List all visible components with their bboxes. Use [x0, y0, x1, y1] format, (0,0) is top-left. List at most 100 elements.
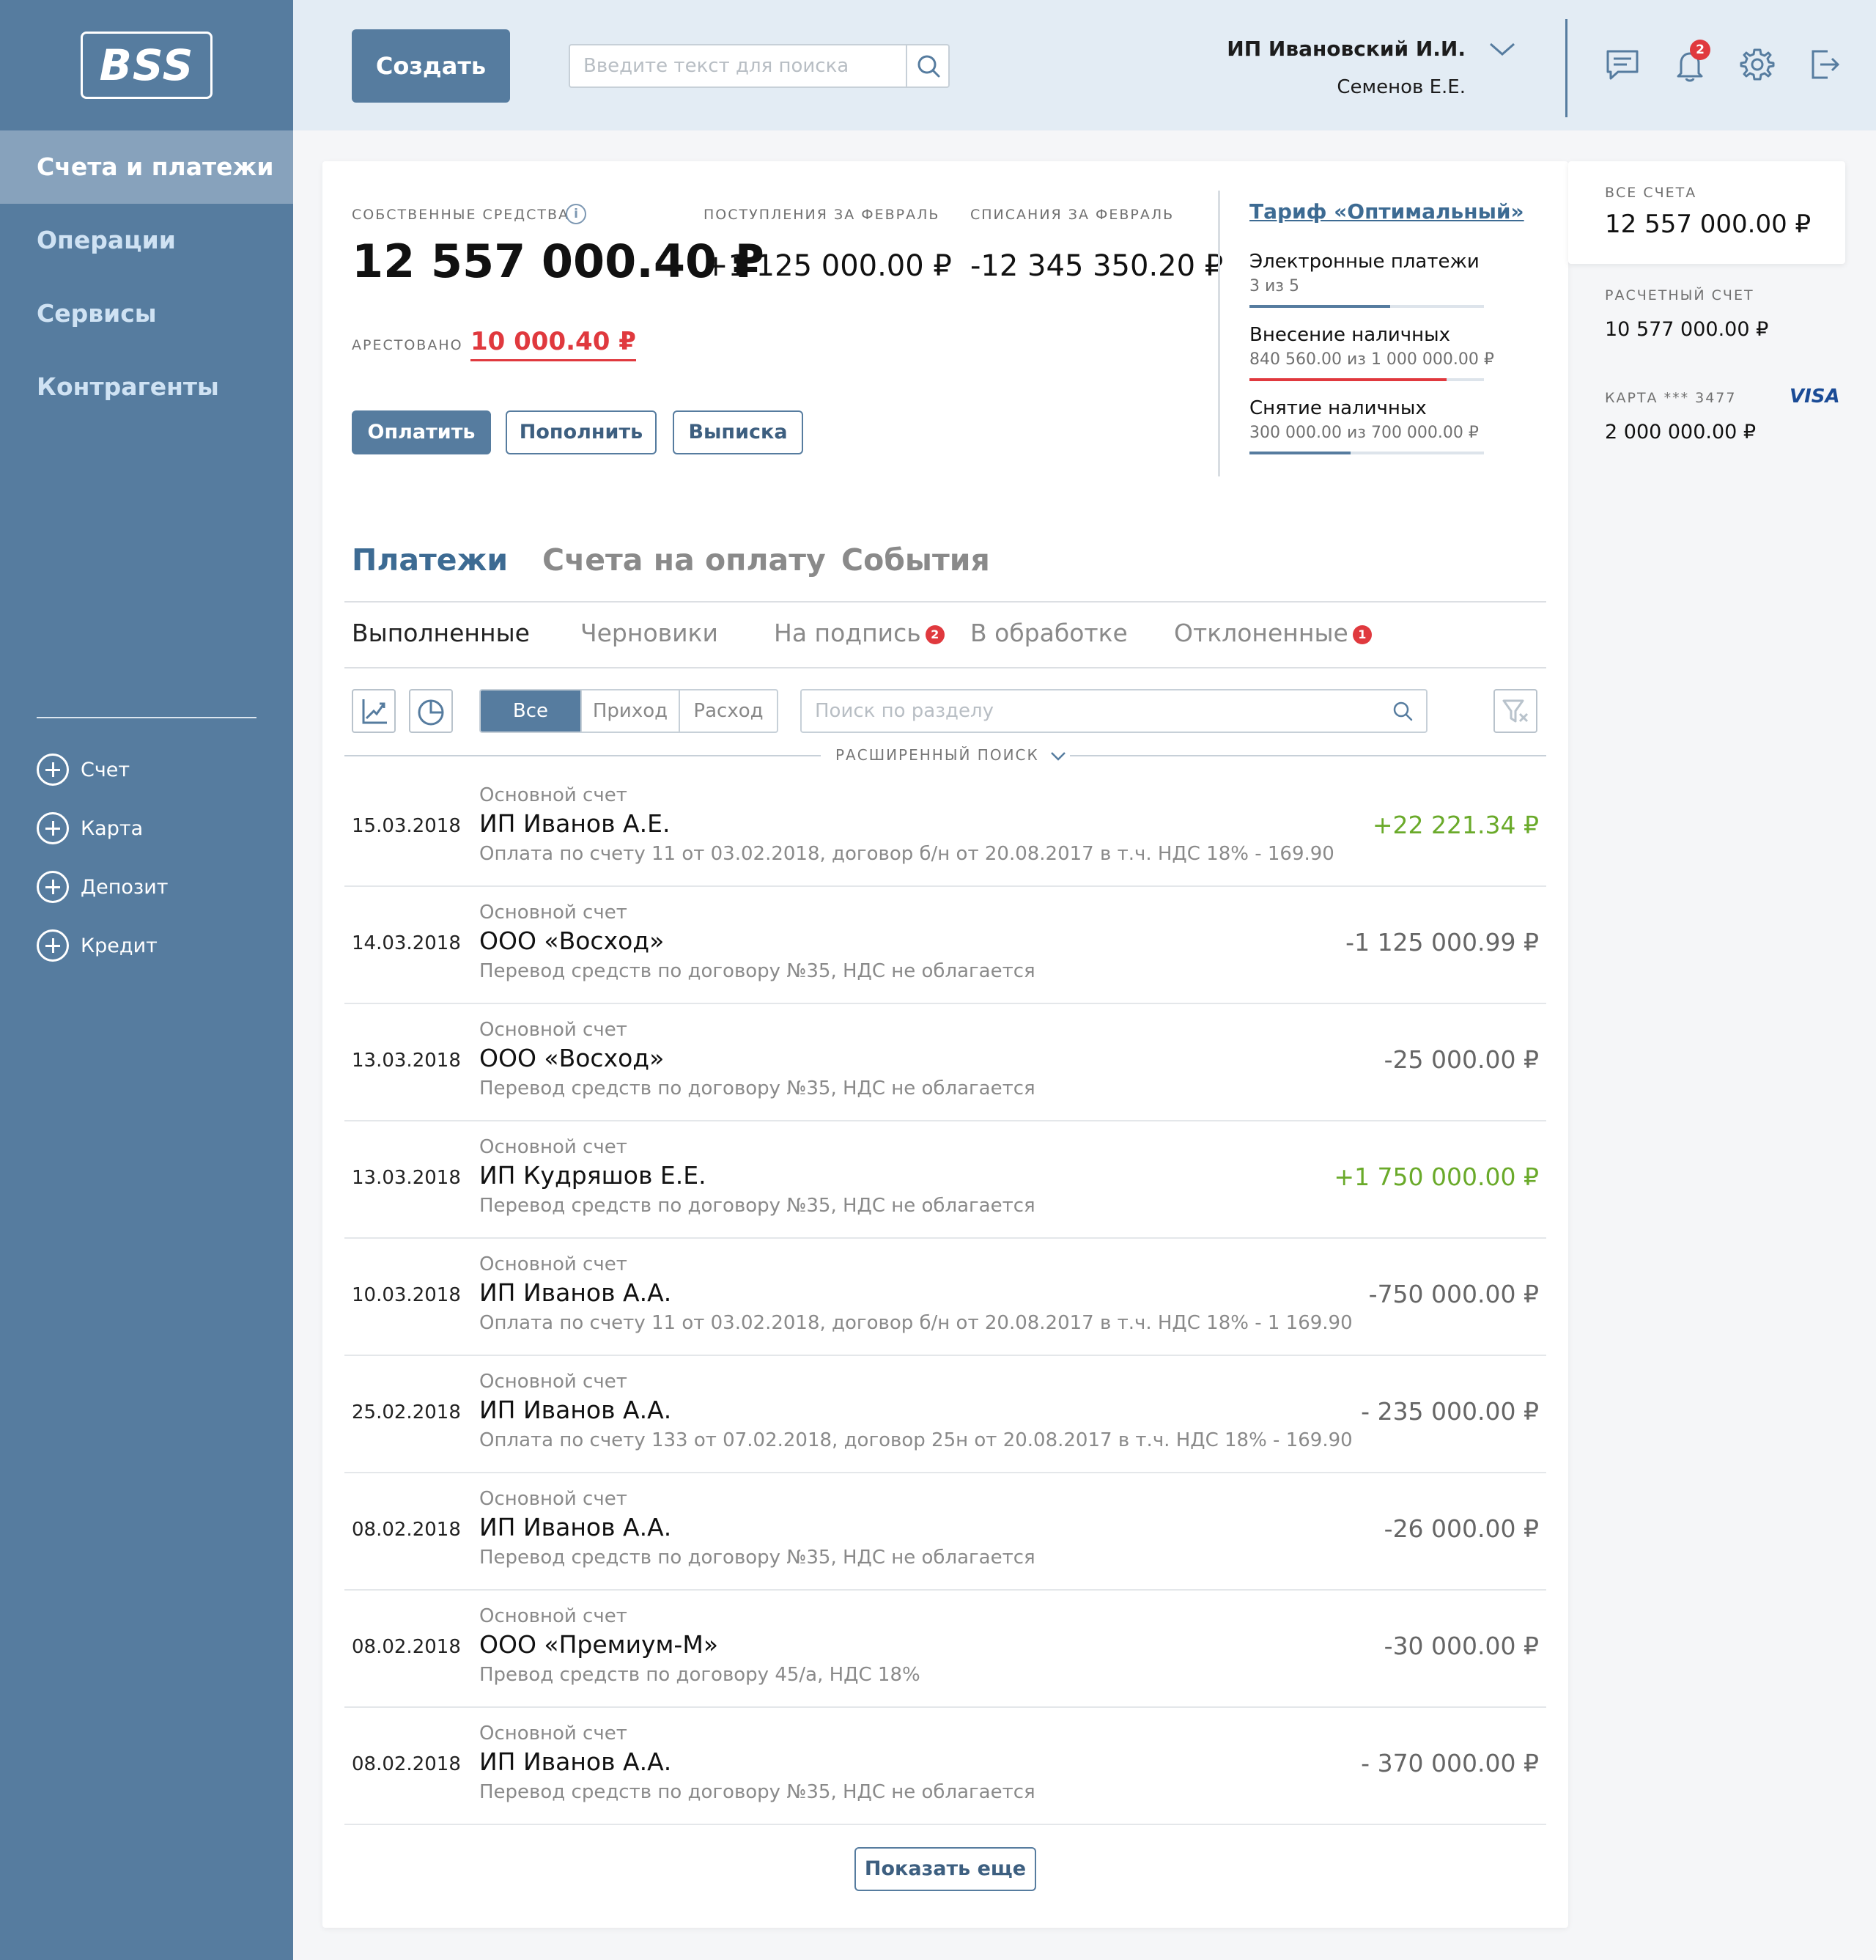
payment-amount: -750 000.00 ₽	[1368, 1280, 1539, 1308]
payment-date: 13.03.2018	[352, 1167, 461, 1189]
payment-account: Основной счет	[479, 1019, 627, 1041]
payment-row[interactable]: 08.02.2018 Основной счет ИП Иванов А.А. …	[344, 1473, 1546, 1591]
payment-row[interactable]: 10.03.2018 Основной счет ИП Иванов А.А. …	[344, 1239, 1546, 1356]
subtab-processing[interactable]: В обработке	[970, 619, 1128, 647]
logout-icon	[1812, 50, 1840, 79]
payment-row[interactable]: 13.03.2018 Основной счет ИП Кудряшов Е.Е…	[344, 1121, 1546, 1239]
current-account-label[interactable]: РАСЧЕТНЫЙ СЧЕТ	[1605, 287, 1754, 303]
payment-amount: -26 000.00 ₽	[1384, 1514, 1539, 1543]
nav-item-services[interactable]: Сервисы	[0, 277, 293, 350]
limit-progress-bar	[1249, 452, 1484, 454]
subtab-badge: 1	[1352, 625, 1372, 644]
payment-row[interactable]: 14.03.2018 Основной счет ООО «Восход» Пе…	[344, 887, 1546, 1004]
payment-description: Перевод средств по договору №35, НДС не …	[479, 1195, 1035, 1217]
payment-counterparty: ООО «Восход»	[479, 1044, 665, 1072]
limit-sub: 300 000.00 из 700 000.00 ₽	[1249, 424, 1479, 442]
user-company-name[interactable]: ИП Ивановский И.И.	[1227, 37, 1466, 61]
payment-counterparty: ИП Иванов А.А.	[479, 1278, 672, 1307]
global-search-input[interactable]	[570, 45, 907, 86]
card-label[interactable]: КАРТА *** 3477	[1605, 390, 1736, 406]
plus-circle-icon	[37, 871, 69, 903]
info-icon[interactable]: i	[566, 204, 586, 224]
payment-row[interactable]: 08.02.2018 Основной счет ИП Иванов А.А. …	[344, 1708, 1546, 1825]
section-search	[800, 689, 1428, 733]
add-credit-label: Кредит	[81, 934, 158, 957]
trend-chart-button[interactable]	[352, 689, 396, 733]
filter-expense[interactable]: Расход	[679, 690, 777, 732]
payment-date: 10.03.2018	[352, 1284, 461, 1306]
payment-description: Оплата по счету 133 от 07.02.2018, догов…	[479, 1429, 1353, 1451]
section-search-input[interactable]	[802, 690, 1373, 732]
payment-amount: +1 750 000.00 ₽	[1334, 1163, 1539, 1191]
subtabs-divider	[344, 667, 1546, 668]
payment-account: Основной счет	[479, 1371, 627, 1393]
nav-item-counterparties[interactable]: Контрагенты	[0, 350, 293, 424]
payment-row[interactable]: 15.03.2018 Основной счет ИП Иванов А.Е. …	[344, 770, 1546, 887]
payment-amount: - 235 000.00 ₽	[1361, 1397, 1539, 1426]
advanced-divider	[344, 755, 821, 756]
payment-counterparty: ИП Иванов А.А.	[479, 1513, 672, 1541]
add-credit-button[interactable]: Кредит	[37, 928, 158, 963]
payment-row[interactable]: 25.02.2018 Основной счет ИП Иванов А.А. …	[344, 1356, 1546, 1473]
filter-all[interactable]: Все	[481, 690, 580, 732]
payment-date: 25.02.2018	[352, 1401, 461, 1423]
subtab-rejected[interactable]: Отклоненные 1	[1174, 619, 1372, 647]
nav-item-accounts-payments[interactable]: Счета и платежи	[0, 130, 293, 204]
settings-button[interactable]	[1737, 44, 1778, 85]
notifications-badge: 2	[1690, 40, 1710, 60]
own-funds-value: 12 557 000.40 ₽	[352, 235, 764, 288]
payment-amount: -25 000.00 ₽	[1384, 1045, 1539, 1074]
tab-events[interactable]: События	[841, 542, 990, 578]
payment-row[interactable]: 13.03.2018 Основной счет ООО «Восход» Пе…	[344, 1004, 1546, 1121]
search-icon[interactable]	[1391, 699, 1416, 724]
add-deposit-button[interactable]: Депозит	[37, 869, 169, 905]
subtab-completed[interactable]: Выполненные	[352, 619, 530, 647]
payment-description: Перевод средств по договору №35, НДС не …	[479, 960, 1035, 982]
chevron-down-icon[interactable]	[1486, 38, 1518, 60]
pay-button[interactable]: Оплатить	[352, 410, 491, 454]
subtab-to-sign[interactable]: На подпись 2	[774, 619, 945, 647]
show-more-button[interactable]: Показать еще	[854, 1847, 1036, 1891]
visa-logo-icon: VISA	[1790, 386, 1840, 408]
tariff-link[interactable]: Тариф «Оптимальный»	[1249, 199, 1524, 224]
tab-payments[interactable]: Платежи	[352, 542, 508, 578]
payment-description: Оплата по счету 11 от 03.02.2018, догово…	[479, 1312, 1353, 1334]
payment-date: 13.03.2018	[352, 1050, 461, 1072]
limit-progress-bar	[1249, 305, 1484, 308]
add-account-button[interactable]: Счет	[37, 752, 130, 787]
topup-button[interactable]: Пополнить	[506, 410, 657, 454]
nav-item-operations[interactable]: Операции	[0, 204, 293, 277]
limit-progress-fill	[1249, 378, 1447, 381]
payment-row[interactable]: 08.02.2018 Основной счет ООО «Премиум-М»…	[344, 1591, 1546, 1708]
plus-circle-icon	[37, 929, 69, 962]
filter-income[interactable]: Приход	[580, 690, 679, 732]
search-button[interactable]	[906, 45, 948, 86]
payment-account: Основной счет	[479, 784, 627, 806]
logo[interactable]: BSS	[81, 32, 213, 99]
logout-button[interactable]	[1804, 44, 1845, 85]
arrested-label: АРЕСТОВАНО	[352, 337, 463, 353]
add-card-button[interactable]: Карта	[37, 811, 143, 846]
payment-date: 14.03.2018	[352, 932, 461, 954]
limit-progress-fill	[1249, 305, 1390, 308]
income-value: +1 125 000.00 ₽	[704, 249, 952, 283]
messages-button[interactable]	[1602, 44, 1643, 85]
notifications-button[interactable]: 2	[1669, 40, 1710, 85]
subtab-drafts[interactable]: Черновики	[580, 619, 718, 647]
user-person-name: Семенов Е.Е.	[1337, 76, 1466, 98]
global-search	[569, 44, 950, 88]
limit-title: Электронные платежи	[1249, 251, 1480, 273]
line-chart-icon	[362, 699, 387, 724]
clear-filter-button[interactable]	[1493, 689, 1537, 733]
chevron-down-icon	[1050, 751, 1066, 761]
tab-invoices[interactable]: Счета на оплату	[542, 542, 826, 578]
advanced-search-label: РАСШИРЕННЫЙ ПОИСК	[835, 746, 1039, 764]
pie-chart-button[interactable]	[409, 689, 453, 733]
pie-chart-icon	[418, 699, 444, 726]
income-label: ПОСТУПЛЕНИЯ ЗА ФЕВРАЛЬ	[704, 207, 940, 223]
arrested-value[interactable]: 10 000.40 ₽	[470, 327, 636, 361]
statement-button[interactable]: Выписка	[673, 410, 803, 454]
create-button[interactable]: Создать	[352, 29, 510, 103]
filter-clear-icon	[1502, 699, 1529, 723]
advanced-search-toggle[interactable]: РАСШИРЕННЫЙ ПОИСК	[835, 746, 1067, 764]
